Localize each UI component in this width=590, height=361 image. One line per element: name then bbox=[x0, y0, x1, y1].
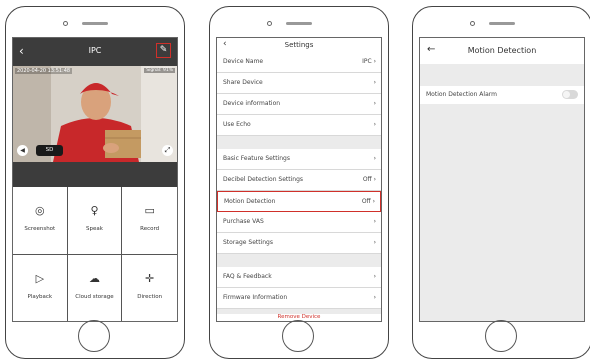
signal-strength: Signal: 91% bbox=[144, 68, 175, 73]
earpiece bbox=[286, 22, 312, 25]
home-button[interactable] bbox=[78, 320, 110, 352]
fullscreen-icon[interactable]: ⤢ bbox=[162, 145, 173, 156]
earpiece bbox=[489, 22, 515, 25]
settings-item-label: Firmware Information bbox=[223, 294, 288, 301]
phone-motion-detection: ← Motion Detection Motion Detection Alar… bbox=[412, 6, 590, 359]
motion-alarm-row: Motion Detection Alarm bbox=[420, 86, 584, 104]
live-view-header: ‹ IPC ✎ bbox=[13, 38, 177, 66]
settings-item-device-name[interactable]: Device Name IPC › bbox=[217, 52, 381, 73]
settings-screen: ‹ Settings Device Name IPC › Share Devic… bbox=[216, 37, 382, 322]
settings-item-label: Motion Detection bbox=[224, 198, 276, 205]
settings-item-basic-feature[interactable]: Basic Feature Settings › bbox=[217, 149, 381, 170]
phone-live-view: ‹ IPC ✎ 2020-04-20 13:51:48 Signal: 91% … bbox=[5, 6, 185, 359]
microphone-icon: ♀ bbox=[90, 204, 99, 217]
motion-detection-screen: ← Motion Detection Motion Detection Alar… bbox=[419, 37, 585, 322]
page-title: IPC bbox=[88, 46, 102, 55]
settings-item-label: Storage Settings bbox=[223, 239, 273, 246]
cloud-icon: ☁ bbox=[88, 272, 100, 285]
page-title: Settings bbox=[284, 41, 314, 49]
chevron-right-icon: › bbox=[373, 100, 376, 107]
chevron-right-icon: › bbox=[373, 218, 376, 225]
settings-item-value: Off › bbox=[361, 198, 375, 205]
action-label: Screenshot bbox=[24, 226, 56, 232]
chevron-right-icon: › bbox=[373, 121, 376, 128]
earpiece bbox=[82, 22, 108, 25]
direction-button[interactable]: ✛ Direction bbox=[122, 255, 177, 321]
settings-item-label: FAQ & Feedback bbox=[223, 273, 272, 280]
chevron-right-icon: › bbox=[373, 239, 376, 246]
motion-alarm-label: Motion Detection Alarm bbox=[426, 91, 497, 98]
playback-button[interactable]: ▷ Playback bbox=[13, 255, 68, 321]
action-label: Speak bbox=[86, 226, 103, 232]
settings-item-use-echo[interactable]: Use Echo › bbox=[217, 115, 381, 136]
live-view-screen: ‹ IPC ✎ 2020-04-20 13:51:48 Signal: 91% … bbox=[12, 37, 178, 322]
chevron-right-icon: › bbox=[373, 155, 376, 162]
settings-item-label: Decibel Detection Settings bbox=[223, 176, 304, 183]
front-camera bbox=[63, 21, 68, 26]
settings-item-faq-feedback[interactable]: FAQ & Feedback › bbox=[217, 267, 381, 288]
chevron-right-icon: › bbox=[373, 79, 376, 86]
front-camera bbox=[267, 21, 272, 26]
settings-item-label: Purchase VAS bbox=[223, 218, 264, 225]
home-button[interactable] bbox=[282, 320, 314, 352]
record-button[interactable]: ▭ Record bbox=[122, 187, 177, 255]
settings-item-label: Share Device bbox=[223, 79, 263, 86]
page-title: Motion Detection bbox=[467, 46, 537, 55]
settings-item-storage[interactable]: Storage Settings › bbox=[217, 233, 381, 254]
edit-icon[interactable]: ✎ bbox=[156, 43, 171, 58]
camera-icon: ◎ bbox=[35, 204, 45, 217]
settings-item-value: Off › bbox=[362, 176, 376, 183]
settings-header: ‹ Settings bbox=[217, 38, 381, 52]
action-label: Playback bbox=[27, 294, 53, 300]
quality-toggle[interactable]: SD bbox=[36, 145, 63, 156]
front-camera bbox=[470, 21, 475, 26]
screenshot-button[interactable]: ◎ Screenshot bbox=[13, 187, 68, 255]
settings-item-firmware[interactable]: Firmware Information › bbox=[217, 288, 381, 309]
action-label: Cloud storage bbox=[75, 294, 114, 300]
settings-item-label: Device information bbox=[223, 100, 281, 107]
settings-item-purchase-vas[interactable]: Purchase VAS › bbox=[217, 212, 381, 233]
settings-item-device-information[interactable]: Device information › bbox=[217, 94, 381, 115]
speak-button[interactable]: ♀ Speak bbox=[67, 187, 123, 255]
action-grid: ◎ Screenshot ♀ Speak ▭ Record ▷ Playback… bbox=[13, 187, 177, 321]
settings-item-motion-detection[interactable]: Motion Detection Off › bbox=[217, 191, 381, 212]
settings-item-label: Device Name bbox=[223, 58, 264, 65]
settings-item-value: IPC › bbox=[362, 58, 376, 65]
video-camera-icon: ▭ bbox=[144, 204, 155, 217]
chevron-right-icon: › bbox=[373, 294, 376, 301]
motion-detection-header: ← Motion Detection bbox=[420, 38, 584, 64]
section-divider bbox=[217, 136, 381, 149]
settings-item-decibel-detection[interactable]: Decibel Detection Settings Off › bbox=[217, 170, 381, 191]
settings-item-share-device[interactable]: Share Device › bbox=[217, 73, 381, 94]
section-divider bbox=[217, 254, 381, 267]
direction-icon: ✛ bbox=[145, 272, 155, 285]
chevron-right-icon: › bbox=[373, 273, 376, 280]
action-label: Record bbox=[140, 226, 160, 232]
motion-alarm-toggle[interactable] bbox=[562, 90, 578, 99]
speaker-icon[interactable]: ◀ bbox=[17, 145, 28, 156]
control-bar bbox=[13, 162, 177, 187]
settings-item-label: Use Echo bbox=[223, 121, 251, 128]
timestamp: 2020-04-20 13:51:48 bbox=[15, 68, 73, 74]
play-icon: ▷ bbox=[35, 272, 45, 285]
cloud-storage-button[interactable]: ☁ Cloud storage bbox=[68, 255, 123, 321]
phone-settings: ‹ Settings Device Name IPC › Share Devic… bbox=[209, 6, 389, 359]
settings-item-label: Basic Feature Settings bbox=[223, 155, 290, 162]
home-button[interactable] bbox=[485, 320, 517, 352]
action-label: Direction bbox=[137, 294, 163, 300]
